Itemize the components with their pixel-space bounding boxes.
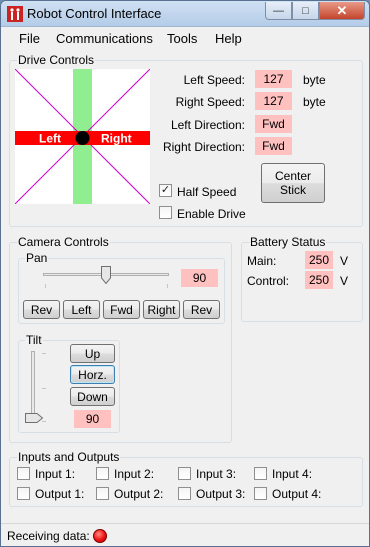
tilt-up-button[interactable]: Up: [70, 344, 115, 363]
tilt-tick-1: [42, 353, 46, 354]
battery-control-label: Control:: [247, 274, 290, 288]
status-bar: Receiving data:: [1, 523, 369, 546]
receiving-led-icon: [93, 529, 107, 543]
output-1-checkbox[interactable]: [17, 487, 30, 500]
output-3-checkbox[interactable]: [178, 487, 191, 500]
half-speed-label: Half Speed: [177, 185, 237, 199]
right-direction-value: Fwd: [255, 137, 292, 155]
pan-fwd-button[interactable]: Fwd: [103, 300, 140, 319]
battery-status-label: Battery Status: [249, 235, 327, 249]
battery-control-unit: V: [340, 274, 349, 288]
input-2-label: Input 2:: [114, 467, 155, 481]
close-button[interactable]: ✕: [319, 2, 365, 20]
output-3-label: Output 3:: [196, 487, 246, 501]
right-direction-label: Right Direction:: [162, 140, 245, 154]
minimize-icon: —: [273, 4, 284, 17]
left-direction-value: Fwd: [255, 115, 292, 133]
center-stick-line1: Center: [274, 169, 312, 183]
battery-main-label: Main:: [247, 254, 277, 268]
pan-left-button[interactable]: Left: [63, 300, 100, 319]
right-speed-unit: byte: [303, 95, 326, 109]
window-title: Robot Control Interface: [27, 6, 162, 21]
checkmark-icon: ✓: [160, 184, 171, 196]
close-icon: ✕: [336, 2, 348, 18]
left-speed-unit: byte: [303, 73, 326, 87]
right-speed-value: 127: [255, 92, 292, 110]
output-4-label: Output 4:: [272, 487, 322, 501]
pan-value: 90: [181, 269, 218, 287]
input-2-checkbox[interactable]: [96, 467, 109, 480]
input-1-checkbox[interactable]: [17, 467, 30, 480]
pan-right-button[interactable]: Right: [143, 300, 180, 319]
enable-drive-label: Enable Drive: [177, 207, 246, 221]
battery-main-unit: V: [340, 254, 349, 268]
tilt-value: 90: [74, 410, 111, 428]
maximize-button[interactable]: □: [292, 2, 319, 20]
pan-label: Pan: [25, 251, 49, 265]
battery-control-value: 250: [305, 271, 333, 289]
robot-app-icon: [7, 6, 23, 22]
left-speed-value: 127: [255, 70, 292, 88]
joystick-left-label: Left: [39, 132, 61, 146]
menu-bar: File Communications Tools Help: [1, 27, 369, 49]
tilt-horz-button[interactable]: Horz.: [70, 365, 115, 384]
pan-rev-left-button[interactable]: Rev: [23, 300, 60, 319]
output-2-label: Output 2:: [114, 487, 164, 501]
center-stick-line2: Stick: [279, 183, 306, 197]
half-speed-checkbox[interactable]: ✓: [159, 184, 172, 197]
battery-main-value: 250: [305, 251, 333, 269]
menu-communications[interactable]: Communications: [56, 31, 153, 46]
receiving-data-label: Receiving data:: [7, 529, 90, 543]
input-3-label: Input 3:: [196, 467, 237, 481]
menu-file[interactable]: File: [19, 31, 40, 46]
pan-rev-right-button[interactable]: Rev: [183, 300, 220, 319]
input-3-checkbox[interactable]: [178, 467, 191, 480]
pan-slider-thumb[interactable]: [101, 266, 111, 284]
pan-tick-max: [167, 284, 168, 288]
tilt-label: Tilt: [25, 333, 43, 347]
output-1-label: Output 1:: [35, 487, 85, 501]
drive-controls-label: Drive Controls: [17, 53, 96, 67]
joystick-knob: [75, 131, 90, 145]
menu-help[interactable]: Help: [215, 31, 242, 46]
pan-tick-min: [45, 284, 46, 288]
input-1-label: Input 1:: [35, 467, 76, 481]
enable-drive-checkbox[interactable]: [159, 206, 172, 219]
tilt-down-button[interactable]: Down: [70, 387, 115, 406]
left-speed-label: Left Speed:: [183, 73, 245, 87]
menu-tools[interactable]: Tools: [167, 31, 197, 46]
right-speed-label: Right Speed:: [175, 95, 245, 109]
io-group-label: Inputs and Outputs: [17, 450, 121, 464]
output-4-checkbox[interactable]: [254, 487, 267, 500]
drive-joystick-pad[interactable]: Left Right: [15, 69, 150, 204]
center-stick-button[interactable]: Center Stick: [261, 163, 325, 203]
input-4-label: Input 4:: [272, 467, 313, 481]
main-window: Robot Control Interface — □ ✕ File Commu…: [0, 0, 370, 547]
joystick-right-label: Right: [101, 132, 132, 146]
minimize-button[interactable]: —: [265, 2, 292, 20]
input-4-checkbox[interactable]: [254, 467, 267, 480]
maximize-icon: □: [302, 4, 309, 17]
camera-controls-label: Camera Controls: [17, 235, 110, 249]
title-bar[interactable]: Robot Control Interface — □ ✕: [1, 1, 369, 27]
tilt-slider-thumb[interactable]: [25, 413, 43, 423]
output-2-checkbox[interactable]: [96, 487, 109, 500]
left-direction-label: Left Direction:: [170, 118, 245, 132]
tilt-tick-2: [42, 388, 46, 389]
